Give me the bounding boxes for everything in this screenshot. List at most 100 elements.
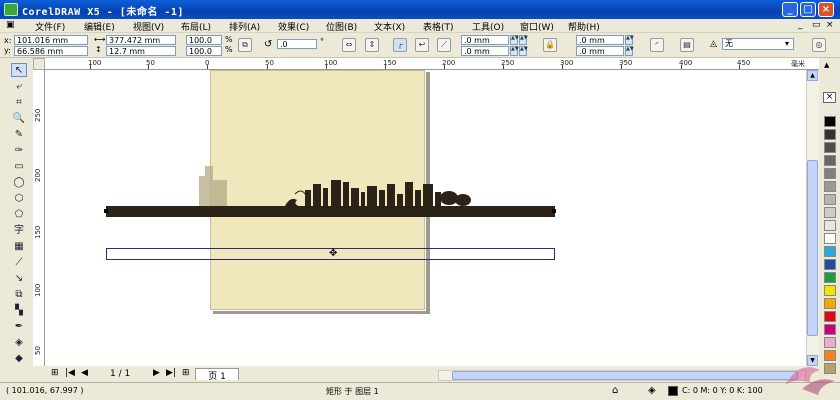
page-tab[interactable]: 页 1 [195,368,239,382]
palette-swatch[interactable] [824,129,836,140]
corner-radius-1[interactable]: .0 mm [461,35,509,45]
city-skyline-graphic[interactable] [195,160,515,208]
palette-swatch[interactable] [824,155,836,166]
doc-restore-icon[interactable]: ▭ [812,20,821,30]
y-position-field[interactable]: 66.586 mm [14,46,88,56]
palette-swatch[interactable] [824,324,836,335]
menu-file[interactable]: 文件(F) [35,20,65,33]
horizontal-ruler[interactable]: 100 50 0 50 100 150 200 250 300 350 400 450 毫米 [33,58,819,70]
add-page-icon[interactable]: ⊞ [51,368,59,378]
rectangle-tool-icon[interactable]: ▭ [11,160,27,174]
palette-swatch[interactable] [824,311,836,322]
chamfer-corner-icon[interactable]: ⟋ [437,38,451,52]
fill-color-swatch[interactable] [668,386,678,396]
transparency-tool-icon[interactable]: ▚ [11,304,27,318]
scallop-corner-icon[interactable]: ↩ [415,38,429,52]
menu-help[interactable]: 帮助(H) [568,20,600,33]
selection-handle[interactable] [552,209,556,213]
doc-minimize-icon[interactable]: _ [798,20,803,30]
palette-swatch[interactable] [824,142,836,153]
crop-tool-icon[interactable]: ⌗ [11,96,27,110]
palette-swatch[interactable] [824,285,836,296]
palette-swatch[interactable] [824,116,836,127]
dimension-tool-icon[interactable]: ⟋ [11,256,27,270]
outline-width-select[interactable]: 无 [722,38,794,50]
menu-view[interactable]: 视图(V) [133,20,164,33]
first-page-icon[interactable]: |◀ [65,368,75,378]
round-corner-icon[interactable]: ╭ [393,38,407,52]
menu-arrange[interactable]: 排列(A) [229,20,260,33]
corner-spin-4[interactable]: ▲▼ [625,46,634,56]
drawing-canvas[interactable]: ✥ [45,70,806,366]
convert-to-curves-icon[interactable]: ◎ [812,38,826,52]
vertical-ruler[interactable]: 250 200 150 100 50 [33,70,45,366]
doc-close-icon[interactable]: × [826,20,834,30]
scale-y-field[interactable]: 100.0 [186,46,222,56]
palette-swatch[interactable] [824,233,836,244]
wrap-text-icon[interactable]: ▤ [680,38,694,52]
relative-scale-icon[interactable]: ◜ [650,38,664,52]
horizontal-scroll-thumb[interactable] [452,371,798,380]
palette-swatch[interactable] [824,272,836,283]
text-tool-icon[interactable]: 字 [11,224,27,238]
selection-handle[interactable] [104,209,108,213]
corner-radius-3[interactable]: .0 mm [576,35,624,45]
corner-spin-3[interactable]: ▲▼ [625,35,634,45]
basic-shapes-icon[interactable]: ⬠ [11,208,27,222]
next-page-icon[interactable]: ▶ [153,368,160,378]
ruler-origin-corner[interactable] [33,58,45,70]
no-color-swatch[interactable]: × [823,92,836,103]
freehand-tool-icon[interactable]: ✎ [11,128,27,142]
blend-tool-icon[interactable]: ⧉ [11,288,27,302]
chevron-down-icon[interactable]: ▾ [785,39,789,48]
minimize-button[interactable]: _ [782,2,798,17]
vertical-scroll-thumb[interactable] [807,160,818,336]
menu-tools[interactable]: 工具(O) [472,20,504,33]
last-page-icon[interactable]: ▶| [166,368,176,378]
palette-swatch[interactable] [824,207,836,218]
corner-spin-1b[interactable]: ▲▼ [519,35,528,45]
menu-layout[interactable]: 布局(L) [181,20,211,33]
palette-swatch[interactable] [824,168,836,179]
palette-swatch[interactable] [824,298,836,309]
menu-window[interactable]: 窗口(W) [520,20,554,33]
menu-effects[interactable]: 效果(C) [278,20,309,33]
corner-radius-4[interactable]: .0 mm [576,46,624,56]
menu-text[interactable]: 文本(X) [374,20,405,33]
outline-tool-icon[interactable]: ◈ [11,336,27,350]
corner-spin-2[interactable]: ▲▼ [510,46,519,56]
lock-ratio-icon[interactable]: ⧉ [238,38,252,52]
menu-edit[interactable]: 编辑(E) [84,20,115,33]
palette-swatch[interactable] [824,194,836,205]
x-position-field[interactable]: 101.016 mm [14,35,88,45]
shape-tool-icon[interactable]: ⤶ [11,80,27,94]
mirror-vertical-icon[interactable]: ⇕ [365,38,379,52]
corner-radius-2[interactable]: .0 mm [461,46,509,56]
eyedropper-tool-icon[interactable]: ✒ [11,320,27,334]
ellipse-tool-icon[interactable]: ◯ [11,176,27,190]
maximize-button[interactable]: □ [800,2,816,17]
add-page-after-icon[interactable]: ⊞ [182,368,190,378]
palette-swatch[interactable] [824,337,836,348]
palette-swatch[interactable] [824,246,836,257]
mirror-horizontal-icon[interactable]: ⇔ [342,38,356,52]
prev-page-icon[interactable]: ◀ [81,368,88,378]
black-bar-rectangle[interactable] [106,206,555,217]
palette-swatch[interactable] [824,259,836,270]
table-tool-icon[interactable]: ▦ [11,240,27,254]
scale-x-field[interactable]: 100.0 [186,35,222,45]
lock-corners-icon[interactable]: 🔒 [543,38,557,52]
smart-fill-icon[interactable]: ✑ [11,144,27,158]
connector-tool-icon[interactable]: ↘ [11,272,27,286]
corner-spin-1[interactable]: ▲▼ [510,35,519,45]
menu-table[interactable]: 表格(T) [423,20,454,33]
corner-spin-2b[interactable]: ▲▼ [519,46,528,56]
menu-bitmaps[interactable]: 位图(B) [326,20,357,33]
zoom-tool-icon[interactable]: 🔍 [11,112,27,126]
snap-icon[interactable]: ⌂ [612,385,618,396]
height-field[interactable]: 12.7 mm [106,46,176,56]
scroll-up-button[interactable]: ▲ [807,70,818,81]
rotation-field[interactable]: .0 [277,39,317,49]
palette-swatch[interactable] [824,181,836,192]
palette-swatch[interactable] [824,220,836,231]
